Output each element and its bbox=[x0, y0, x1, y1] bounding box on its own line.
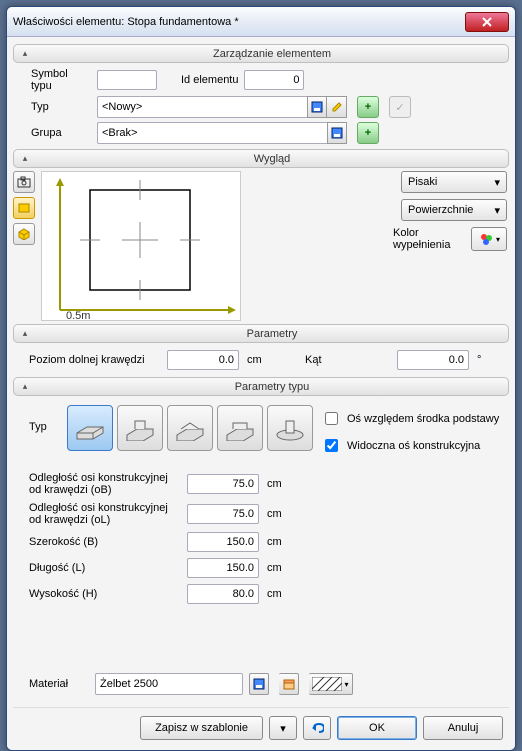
undo-button[interactable] bbox=[303, 716, 331, 740]
label-symbol-typu: Symbol typu bbox=[31, 68, 91, 92]
label-id-elementu: Id elementu bbox=[181, 74, 238, 86]
section-title: Parametry bbox=[36, 328, 508, 340]
view-3d-icon[interactable] bbox=[13, 223, 35, 245]
cancel-button[interactable]: Anuluj bbox=[423, 716, 503, 740]
chevron-up-icon: ▴ bbox=[18, 380, 32, 394]
window-title: Właściwości elementu: Stopa fundamentowa… bbox=[13, 16, 465, 28]
checkbox-os-wzgledem[interactable]: Oś względem środka podstawy bbox=[321, 409, 499, 428]
label-material: Materiał bbox=[29, 678, 89, 690]
dlugosc-input[interactable] bbox=[187, 558, 259, 578]
typ-add-button[interactable]: + bbox=[357, 96, 379, 118]
label-kolor: Kolor wypełnienia bbox=[393, 227, 463, 251]
save-template-dropdown[interactable]: ▾ bbox=[269, 716, 297, 740]
preview-canvas: 0.5m bbox=[41, 171, 241, 321]
color-fill-button[interactable]: ▾ bbox=[471, 227, 507, 251]
material-save-icon[interactable] bbox=[249, 673, 269, 695]
typ-edit-icon[interactable] bbox=[327, 96, 347, 118]
symbol-typu-input[interactable] bbox=[97, 70, 157, 90]
label-wysokosc: Wysokość (H) bbox=[29, 588, 179, 600]
foundation-type-4[interactable] bbox=[217, 405, 263, 451]
section-params[interactable]: ▴ Parametry bbox=[13, 324, 509, 343]
checkbox-widoczna-input[interactable] bbox=[325, 439, 338, 452]
label-kat: Kąt bbox=[305, 354, 322, 366]
typ-confirm-button[interactable]: ✓ bbox=[389, 96, 411, 118]
section-appearance[interactable]: ▴ Wygląd bbox=[13, 149, 509, 168]
scale-label: 0.5m bbox=[66, 310, 90, 322]
unit-deg: ° bbox=[477, 354, 501, 366]
unit-cm: cm bbox=[267, 562, 291, 574]
typ-combo[interactable]: <Nowy> bbox=[97, 96, 307, 118]
chevron-down-icon: ▾ bbox=[496, 235, 500, 244]
odl-ob-input[interactable] bbox=[187, 474, 259, 494]
save-template-button[interactable]: Zapisz w szablonie bbox=[140, 716, 263, 740]
close-button[interactable] bbox=[465, 12, 509, 32]
pisaki-button[interactable]: Pisaki▾ bbox=[401, 171, 507, 193]
label-typ2: Typ bbox=[29, 405, 59, 433]
foundation-type-1[interactable] bbox=[67, 405, 113, 451]
section-title: Parametry typu bbox=[36, 381, 508, 393]
unit-cm: cm bbox=[267, 536, 291, 548]
label-odl-ob: Odległość osi konstrukcyjnej od krawędzi… bbox=[29, 472, 179, 496]
section-title: Zarządzanie elementem bbox=[36, 48, 508, 60]
unit-cm: cm bbox=[267, 588, 291, 600]
grupa-dropdown-icon[interactable] bbox=[327, 122, 347, 144]
grupa-combo[interactable]: <Brak> bbox=[97, 122, 327, 144]
unit-cm: cm bbox=[247, 354, 271, 366]
titlebar: Właściwości elementu: Stopa fundamentowa… bbox=[7, 7, 515, 37]
odl-ol-input[interactable] bbox=[187, 504, 259, 524]
section-type-params[interactable]: ▴ Parametry typu bbox=[13, 377, 509, 396]
ok-button[interactable]: OK bbox=[337, 716, 417, 740]
view-camera-icon[interactable] bbox=[13, 171, 35, 193]
foundation-type-5[interactable] bbox=[267, 405, 313, 451]
szerokosc-input[interactable] bbox=[187, 532, 259, 552]
checkbox-os-input[interactable] bbox=[325, 412, 338, 425]
foundation-type-3[interactable] bbox=[167, 405, 213, 451]
foundation-type-2[interactable] bbox=[117, 405, 163, 451]
label-szerokosc: Szerokość (B) bbox=[29, 536, 179, 548]
chevron-up-icon: ▴ bbox=[18, 47, 32, 61]
chevron-down-icon: ▾ bbox=[344, 680, 348, 689]
chevron-down-icon: ▾ bbox=[494, 204, 500, 217]
chevron-down-icon: ▾ bbox=[494, 176, 500, 189]
chevron-up-icon: ▴ bbox=[18, 327, 32, 341]
label-typ: Typ bbox=[31, 101, 91, 113]
view-plan-icon[interactable] bbox=[13, 197, 35, 219]
unit-cm: cm bbox=[267, 478, 291, 490]
typ-save-icon[interactable] bbox=[307, 96, 327, 118]
label-poziom: Poziom dolnej krawędzi bbox=[29, 354, 159, 366]
material-combo[interactable]: Żelbet 2500 bbox=[95, 673, 243, 695]
chevron-up-icon: ▴ bbox=[18, 152, 32, 166]
label-dlugosc: Długość (L) bbox=[29, 562, 179, 574]
material-library-icon[interactable] bbox=[279, 673, 299, 695]
poziom-input[interactable] bbox=[167, 350, 239, 370]
unit-cm: cm bbox=[267, 508, 291, 520]
wysokosc-input[interactable] bbox=[187, 584, 259, 604]
label-grupa: Grupa bbox=[31, 127, 91, 139]
id-elementu-input[interactable] bbox=[244, 70, 304, 90]
material-hatch-button[interactable]: ▾ bbox=[309, 673, 353, 695]
grupa-add-button[interactable]: + bbox=[357, 122, 379, 144]
checkbox-widoczna-os[interactable]: Widoczna oś konstrukcyjna bbox=[321, 436, 499, 455]
section-management[interactable]: ▴ Zarządzanie elementem bbox=[13, 44, 509, 63]
powierzchnie-button[interactable]: Powierzchnie▾ bbox=[401, 199, 507, 221]
section-title: Wygląd bbox=[36, 153, 508, 165]
label-odl-ol: Odległość osi konstrukcyjnej od krawędzi… bbox=[29, 502, 179, 526]
kat-input[interactable] bbox=[397, 350, 469, 370]
